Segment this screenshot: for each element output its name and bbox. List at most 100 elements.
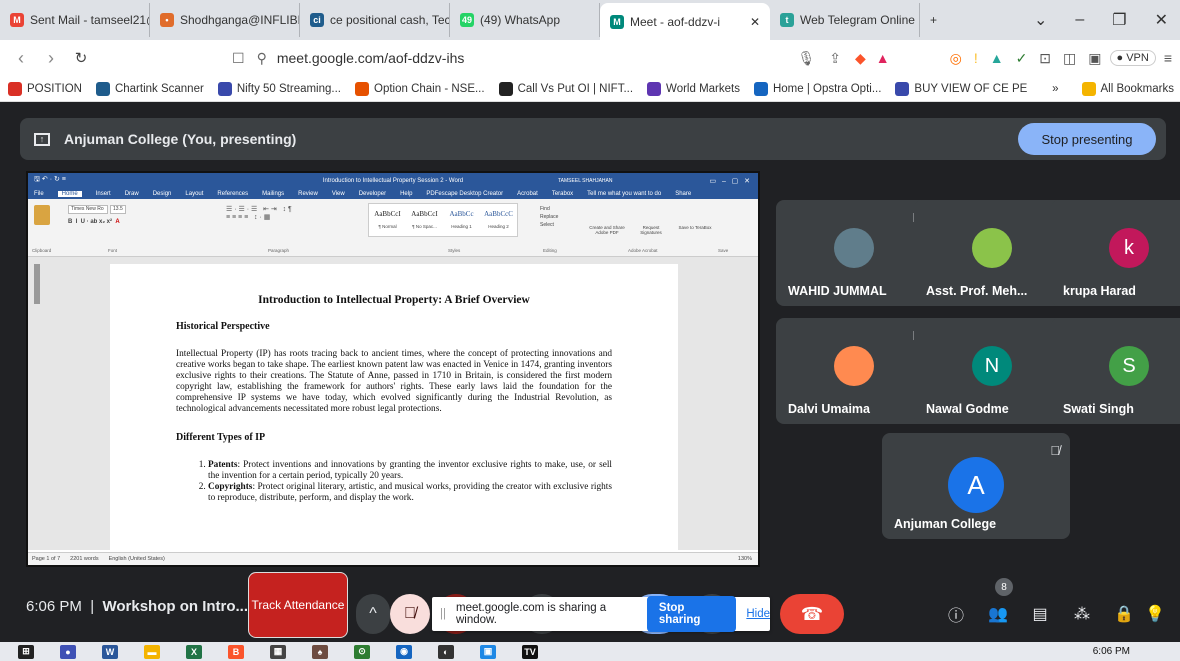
browser-tab[interactable]: t Web Telegram Online (unc [770,3,920,37]
bookmark-item[interactable]: Chartink Scanner [95,81,204,96]
participant-tile[interactable]: 🎙̸Dalvi Umaima [776,318,932,424]
excel-icon[interactable]: X [186,644,202,659]
word-tab[interactable]: Home [57,190,82,197]
word-tab[interactable]: Share [675,191,691,197]
leave-call-button[interactable]: ☎ [780,594,844,634]
tradingview-icon[interactable]: TV [522,644,538,659]
all-bookmarks-button[interactable]: » All Bookmarks [1052,81,1174,96]
browser-tab[interactable]: M Meet - aof-ddzv-i ✕ [600,3,770,40]
maximize-button[interactable]: ❐ [1112,10,1126,30]
site-info-icon[interactable]: ⚲ [257,50,267,67]
word-tab[interactable]: Mailings [262,191,284,197]
word-tab[interactable]: Insert [96,191,111,197]
vpn-button[interactable]: ● VPN [1109,50,1156,66]
word-tab[interactable]: View [332,191,345,197]
participant-tile[interactable]: 🎙̸Asst. Prof. Meh... [914,200,1070,306]
extension-icon-3[interactable]: ▲ [990,50,1004,66]
extension-icon-1[interactable]: ◎ [950,50,962,67]
participant-tile[interactable]: 🎙̸kkrupa Harad [1051,200,1180,306]
bookmark-item[interactable]: Call Vs Put OI | NIFT... [498,81,633,96]
app-icon[interactable]: ◐ [438,644,454,659]
bookmark-page-icon[interactable]: ☐ [232,50,245,67]
editing-command[interactable]: Find [540,205,558,213]
word-tab[interactable]: Draw [125,191,139,197]
bookmark-item[interactable]: BUY VIEW OF CE PE [895,81,1027,96]
font-name-box[interactable]: Times New Ro [68,205,108,214]
url-field[interactable]: ⚲ meet.google.com/aof-ddzv-ihs [257,50,798,67]
extension-bulb-icon[interactable]: 💡 [1140,594,1170,634]
brave-taskbar-icon[interactable]: B [228,644,244,659]
tab-close-icon[interactable]: ✕ [750,15,760,29]
participant-tile[interactable]: 🎙̸ A Anjuman College [882,433,1070,539]
wallet-icon[interactable]: ▣ [1088,50,1101,67]
browser-tab[interactable]: M Sent Mail - tamseel21@g [0,3,150,37]
style-option[interactable]: AaBbCcC Heading 2 [480,204,517,236]
stop-presenting-button[interactable]: Stop presenting [1018,123,1156,155]
menu-icon[interactable]: ≡ [1164,50,1172,66]
mic-off-button[interactable]: 🎙̸ [390,594,430,634]
close-window-button[interactable]: ✕ [1155,10,1168,30]
reload-icon[interactable]: ↻ [70,49,92,67]
app-icon[interactable]: ◉ [396,644,412,659]
word-tab[interactable]: Review [298,191,318,197]
word-tab[interactable]: Acrobat [517,191,538,197]
app-icon[interactable]: ⊙ [354,644,370,659]
browser-tab[interactable]: • Shodhganga@INFLIBNET [150,3,300,37]
editing-command[interactable]: Replace [540,213,558,221]
acrobat-command[interactable]: Save to TeraBox [676,203,714,235]
document-page[interactable]: Introduction to Intellectual Property: A… [110,264,678,564]
acrobat-command[interactable]: Request Signatures [632,203,670,235]
style-option[interactable]: AaBbCcI ¶ No Spac... [406,204,443,236]
explorer-icon[interactable]: ▬ [144,644,160,659]
brave-rewards-icon[interactable]: ▲ [876,50,890,66]
chat-icon[interactable]: ▤ [1022,594,1058,634]
stop-sharing-button[interactable]: Stop sharing [646,596,737,632]
extensions-icon[interactable]: ⊡ [1039,50,1051,67]
new-tab-button[interactable]: + [920,3,960,37]
word-tab[interactable]: Layout [185,191,203,197]
brave-shield-icon[interactable]: ◆ [855,50,866,67]
vertical-scroll[interactable] [34,264,40,304]
activities-icon[interactable]: ⁂ [1064,594,1100,634]
track-attendance-button[interactable]: Track Attendance [248,572,348,638]
bookmark-item[interactable]: POSITION [8,81,82,96]
style-option[interactable]: AaBbCc Heading 1 [443,204,480,236]
tab-search-icon[interactable]: ⌄ [1034,10,1047,30]
back-icon[interactable]: ‹ [10,48,32,69]
word-taskbar-icon[interactable]: W [102,644,118,659]
bookmark-item[interactable]: Home | Opstra Opti... [753,81,881,96]
share-icon[interactable]: ⇪ [829,50,841,67]
sidebar-icon[interactable]: ◫ [1063,50,1076,67]
meeting-details-icon[interactable]: ⓘ [938,594,974,634]
word-tab[interactable]: Help [400,191,412,197]
word-tab[interactable]: File [34,191,44,197]
paste-icon[interactable] [34,205,50,225]
mic-icon[interactable]: 🎙 [797,50,815,67]
extension-icon-2[interactable]: ! [974,50,978,66]
word-tab[interactable]: Design [153,191,172,197]
calculator-icon[interactable]: ▦ [270,644,286,659]
forward-icon[interactable]: › [40,48,62,69]
minimize-button[interactable]: – [1075,11,1084,29]
word-tab[interactable]: Tell me what you want to do [587,191,661,197]
bookmark-item[interactable]: World Markets [647,81,740,96]
windows-start-icon[interactable]: ⊞ [18,644,34,659]
editing-command[interactable]: Select [540,221,558,229]
browser-tab[interactable]: ci ce positional cash, Technic [300,3,450,37]
app-icon[interactable]: ▣ [480,644,496,659]
participant-tile[interactable]: 🎙̸SSwati Singh [1051,318,1180,424]
extension-icon-4[interactable]: ✓ [1016,50,1028,67]
bookmark-item[interactable]: Nifty 50 Streaming... [217,81,341,96]
host-controls-icon[interactable]: 🔒 [1106,594,1142,634]
more-bookmarks-icon[interactable]: » [1052,83,1058,95]
style-option[interactable]: AaBbCcI ¶ Normal [369,204,406,236]
browser-tab[interactable]: 49 (49) WhatsApp [450,3,600,37]
word-tab[interactable]: PDFescape Desktop Creator [426,191,503,197]
app-icon[interactable]: ♠ [312,644,328,659]
word-tab[interactable]: Developer [359,191,386,197]
participant-tile[interactable]: 🎙̸WAHID JUMMAL [776,200,932,306]
people-icon[interactable]: 👥 [980,594,1016,634]
word-tab[interactable]: References [217,191,248,197]
word-tab[interactable]: Terabox [552,191,573,197]
participant-tile[interactable]: 🎙̸NNawal Godme [914,318,1070,424]
